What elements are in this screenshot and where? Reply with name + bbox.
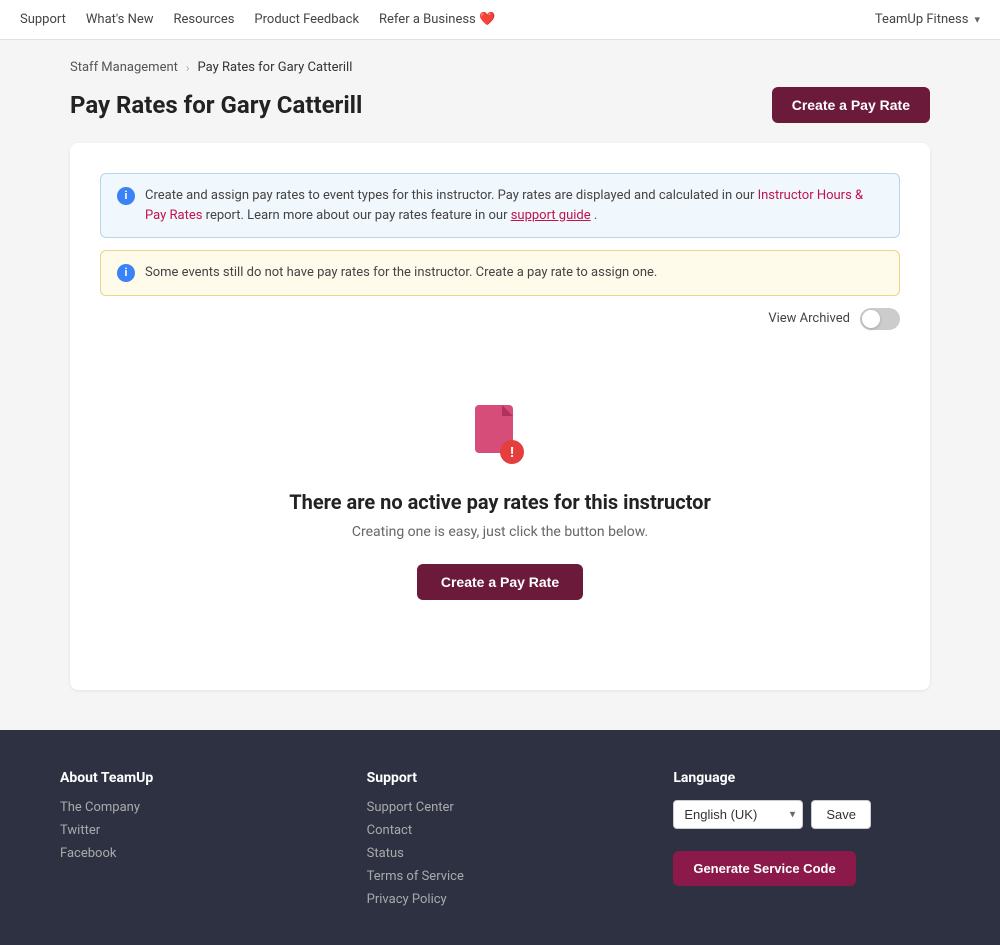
footer-link-contact[interactable]: Contact (367, 823, 634, 838)
chevron-down-icon: ▾ (974, 13, 980, 26)
view-archived-toggle[interactable] (860, 308, 900, 330)
footer-language: Language English (UK) English (US) Frenc… (673, 770, 940, 915)
footer-link-privacy[interactable]: Privacy Policy (367, 892, 634, 907)
top-nav: Support What's New Resources Product Fee… (0, 0, 1000, 40)
footer-support-title: Support (367, 770, 634, 786)
nav-whats-new[interactable]: What's New (86, 12, 154, 27)
info-icon-1: i (117, 187, 135, 205)
main-content: Staff Management › Pay Rates for Gary Ca… (50, 40, 950, 730)
empty-state-title: There are no active pay rates for this i… (289, 490, 711, 514)
user-menu[interactable]: TeamUp Fitness ▾ (875, 12, 980, 27)
footer-link-status[interactable]: Status (367, 846, 634, 861)
svg-text:!: ! (510, 445, 514, 461)
footer-support: Support Support Center Contact Status Te… (367, 770, 634, 915)
footer-link-terms[interactable]: Terms of Service (367, 869, 634, 884)
info-text-1: Create and assign pay rates to event typ… (145, 186, 883, 225)
footer-link-facebook[interactable]: Facebook (60, 846, 327, 861)
footer-about-title: About TeamUp (60, 770, 327, 786)
nav-support[interactable]: Support (20, 12, 66, 27)
main-card: i Create and assign pay rates to event t… (70, 143, 930, 690)
language-select-row: English (UK) English (US) French German … (673, 800, 940, 829)
breadcrumb: Staff Management › Pay Rates for Gary Ca… (70, 60, 930, 75)
footer: About TeamUp The Company Twitter Faceboo… (0, 730, 1000, 945)
empty-state-subtitle: Creating one is easy, just click the but… (352, 524, 648, 540)
nav-product-feedback[interactable]: Product Feedback (254, 12, 359, 27)
support-guide-link[interactable]: support guide (511, 208, 591, 223)
nav-refer[interactable]: Refer a Business ❤️ (379, 12, 495, 27)
footer-link-twitter[interactable]: Twitter (60, 823, 327, 838)
empty-state-icon: ! (470, 400, 530, 470)
nav-resources[interactable]: Resources (174, 12, 235, 27)
footer-language-title: Language (673, 770, 940, 786)
view-archived-label: View Archived (768, 311, 850, 326)
footer-about: About TeamUp The Company Twitter Faceboo… (60, 770, 327, 915)
footer-link-support-center[interactable]: Support Center (367, 800, 634, 815)
breadcrumb-parent[interactable]: Staff Management (70, 60, 178, 75)
footer-link-company[interactable]: The Company (60, 800, 327, 815)
language-select-wrapper: English (UK) English (US) French German … (673, 800, 803, 829)
view-archived-row: View Archived (100, 308, 900, 330)
create-pay-rate-button-top[interactable]: Create a Pay Rate (772, 87, 930, 123)
generate-service-code-button[interactable]: Generate Service Code (673, 851, 855, 886)
info-box-1: i Create and assign pay rates to event t… (100, 173, 900, 238)
info-box-2: i Some events still do not have pay rate… (100, 250, 900, 296)
user-name: TeamUp Fitness (875, 12, 969, 27)
footer-grid: About TeamUp The Company Twitter Faceboo… (60, 770, 940, 915)
top-nav-links: Support What's New Resources Product Fee… (20, 12, 495, 27)
heart-icon: ❤️ (479, 12, 495, 27)
info-icon-2: i (117, 264, 135, 282)
empty-state: ! There are no active pay rates for this… (100, 360, 900, 660)
page-title: Pay Rates for Gary Catterill (70, 91, 362, 119)
create-pay-rate-button-center[interactable]: Create a Pay Rate (417, 564, 583, 600)
language-save-button[interactable]: Save (811, 800, 871, 829)
page-header: Pay Rates for Gary Catterill Create a Pa… (70, 87, 930, 123)
breadcrumb-current: Pay Rates for Gary Catterill (198, 60, 353, 75)
breadcrumb-separator: › (186, 61, 190, 75)
info-text-2: Some events still do not have pay rates … (145, 263, 657, 283)
language-select[interactable]: English (UK) English (US) French German … (673, 800, 803, 829)
